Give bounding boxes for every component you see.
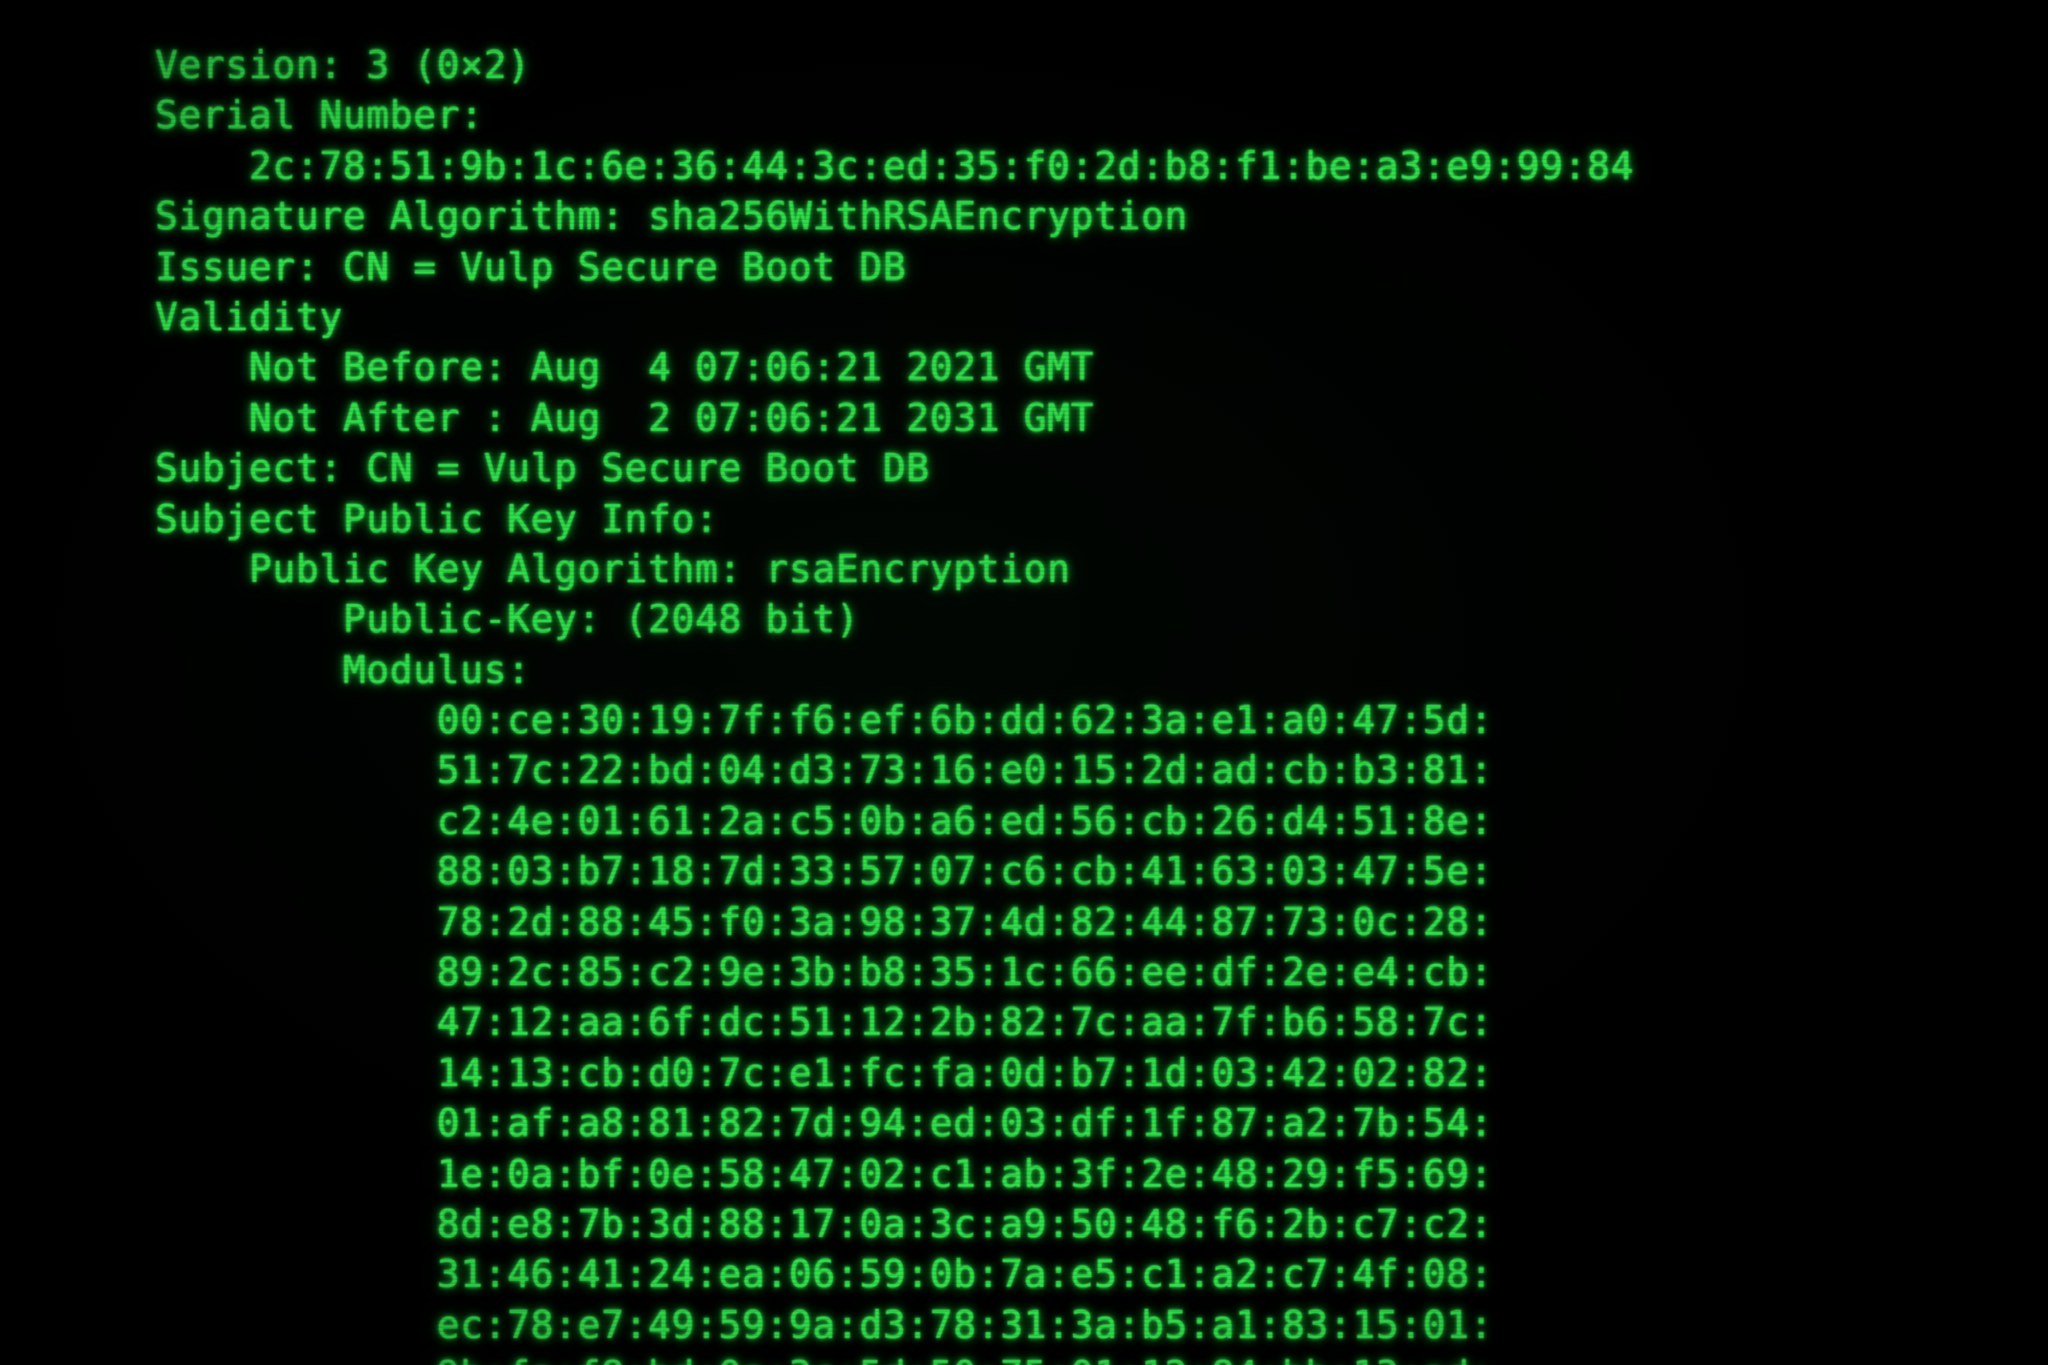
terminal-line: Issuer: CN = Vulp Secure Boot DB (155, 244, 907, 289)
terminal-line: 9b:fa:f8:bd:0a:3c:5d:50:75:01:12:84:bb:1… (155, 1350, 1634, 1365)
terminal-line: Version: 3 (0×2) (155, 43, 531, 87)
terminal-line: Not Before: Aug 4 07:06:21 2021 GMT (248, 345, 1095, 390)
terminal-line: Signature Algorithm: sha256WithRSAEncryp… (155, 194, 1189, 239)
terminal-output[interactable]: Version: 3 (0×2) Serial Number: 2c:78:51… (155, 40, 1634, 1365)
terminal-line: 47:12:aa:6f:dc:51:12:2b:82:7c:aa:7f:b6:5… (436, 1000, 1494, 1045)
terminal-line: Subject: CN = Vulp Secure Boot DB (155, 446, 930, 491)
terminal-line: Public-Key: (2048 bit) (342, 597, 860, 642)
terminal-line: 51:7c:22:bd:04:d3:73:16:e0:15:2d:ad:cb:b… (436, 748, 1494, 793)
terminal-line: 8d:e8:7b:3d:88:17:0a:3c:a9:50:48:f6:2b:c… (436, 1201, 1494, 1246)
terminal-line: 78:2d:88:45:f0:3a:98:37:4d:82:44:87:73:0… (436, 899, 1494, 944)
terminal-line: Modulus: (342, 647, 531, 692)
terminal-line: 1e:0a:bf:0e:58:47:02:c1:ab:3f:2e:48:29:f… (436, 1151, 1494, 1196)
terminal-line: 01:af:a8:81:82:7d:94:ed:03:df:1f:87:a2:7… (436, 1101, 1494, 1146)
terminal-line: 89:2c:85:c2:9e:3b:b8:35:1c:66:ee:df:2e:e… (436, 950, 1494, 995)
terminal-line: 00:ce:30:19:7f:f6:ef:6b:dd:62:3a:e1:a0:4… (436, 698, 1494, 743)
terminal-line: c2:4e:01:61:2a:c5:0b:a6:ed:56:cb:26:d4:5… (436, 798, 1494, 843)
terminal-line: Serial Number: (155, 93, 484, 138)
terminal-line: Public Key Algorithm: rsaEncryption (248, 546, 1071, 591)
terminal-line: 88:03:b7:18:7d:33:57:07:c6:cb:41:63:03:4… (436, 849, 1494, 894)
terminal-line: ec:78:e7:49:59:9a:d3:78:31:3a:b5:a1:83:1… (436, 1302, 1494, 1347)
terminal-line: 14:13:cb:d0:7c:e1:fc:fa:0d:b7:1d:03:42:0… (436, 1050, 1494, 1095)
terminal-line: Subject Public Key Info: (155, 496, 719, 541)
terminal-line: 2c:78:51:9b:1c:6e:36:44:3c:ed:35:f0:2d:b… (248, 143, 1635, 188)
terminal-line: Not After : Aug 2 07:06:21 2031 GMT (248, 395, 1095, 440)
crt-screen: Version: 3 (0×2) Serial Number: 2c:78:51… (0, 0, 2048, 1365)
terminal-line: 31:46:41:24:ea:06:59:0b:7a:e5:c1:a2:c7:4… (436, 1252, 1494, 1297)
terminal-line: Validity (155, 294, 343, 339)
